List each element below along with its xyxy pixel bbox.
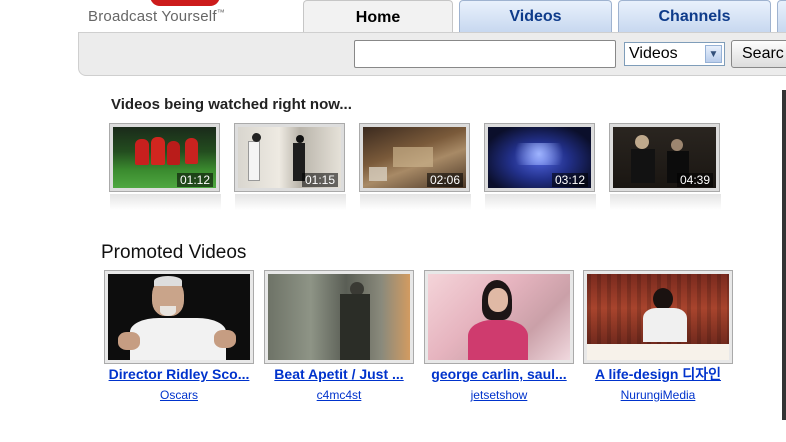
promoted-video-thumbnail[interactable]: [104, 270, 254, 364]
video-duration: 04:39: [676, 173, 713, 187]
watching-video-thumbnail[interactable]: 01:12: [109, 123, 221, 210]
page-edge: [782, 90, 786, 420]
promoted-video-title[interactable]: Beat Apetit / Just ...: [264, 366, 414, 382]
video-duration: 01:15: [301, 173, 338, 187]
chevron-down-icon[interactable]: ▼: [705, 45, 722, 63]
tab-videos[interactable]: Videos: [459, 0, 612, 33]
promoted-video-thumbnail[interactable]: [264, 270, 414, 364]
promoted-video-title[interactable]: george carlin, saul...: [424, 366, 574, 382]
promoted-video-card: Beat Apetit / Just ... c4mc4st: [264, 270, 414, 402]
promoted-video-card: A life-design 디자인 NurungiMedia: [583, 270, 733, 402]
promoted-video-user[interactable]: c4mc4st: [264, 388, 414, 402]
tab-channels[interactable]: Channels: [618, 0, 771, 33]
promoted-video-user[interactable]: jetsetshow: [424, 388, 574, 402]
trademark-mark: ™: [216, 8, 225, 17]
video-duration: 02:06: [426, 173, 463, 187]
tagline: Broadcast Yourself™: [88, 8, 225, 25]
promoted-video-thumbnail[interactable]: [424, 270, 574, 364]
tab-channels-label: Channels: [658, 8, 731, 25]
video-duration: 03:12: [551, 173, 588, 187]
watching-video-thumbnail[interactable]: 04:39: [609, 123, 721, 210]
promoted-video-title[interactable]: Director Ridley Sco...: [104, 366, 254, 382]
watching-video-thumbnail[interactable]: 01:15: [234, 123, 346, 210]
tagline-text: Broadcast Yourself: [88, 8, 217, 25]
watching-video-thumbnail[interactable]: 02:06: [359, 123, 471, 210]
search-button-label: Searc: [742, 45, 784, 62]
main-tabs: Home Videos Channels: [303, 0, 786, 34]
watching-now-heading: Videos being watched right now...: [111, 96, 352, 113]
tab-more[interactable]: [777, 0, 786, 33]
search-input[interactable]: [354, 40, 616, 68]
video-duration: 01:12: [176, 173, 213, 187]
search-scope-value: Videos: [629, 45, 678, 62]
youtube-logo[interactable]: [150, 0, 220, 6]
tab-home[interactable]: Home: [303, 0, 453, 34]
search-button[interactable]: Searc: [731, 40, 786, 68]
promoted-video-thumbnail[interactable]: [583, 270, 733, 364]
promoted-video-card: george carlin, saul... jetsetshow: [424, 270, 574, 402]
promoted-video-user[interactable]: NurungiMedia: [583, 388, 733, 402]
promoted-videos-heading: Promoted Videos: [101, 242, 247, 263]
search-scope-select[interactable]: Videos ▼: [624, 42, 725, 66]
promoted-video-title[interactable]: A life-design 디자인: [583, 366, 733, 382]
tab-home-label: Home: [355, 8, 401, 26]
watching-video-thumbnail[interactable]: 03:12: [484, 123, 596, 210]
tab-videos-label: Videos: [509, 8, 562, 25]
promoted-video-user[interactable]: Oscars: [104, 388, 254, 402]
promoted-video-card: Director Ridley Sco... Oscars: [104, 270, 254, 402]
